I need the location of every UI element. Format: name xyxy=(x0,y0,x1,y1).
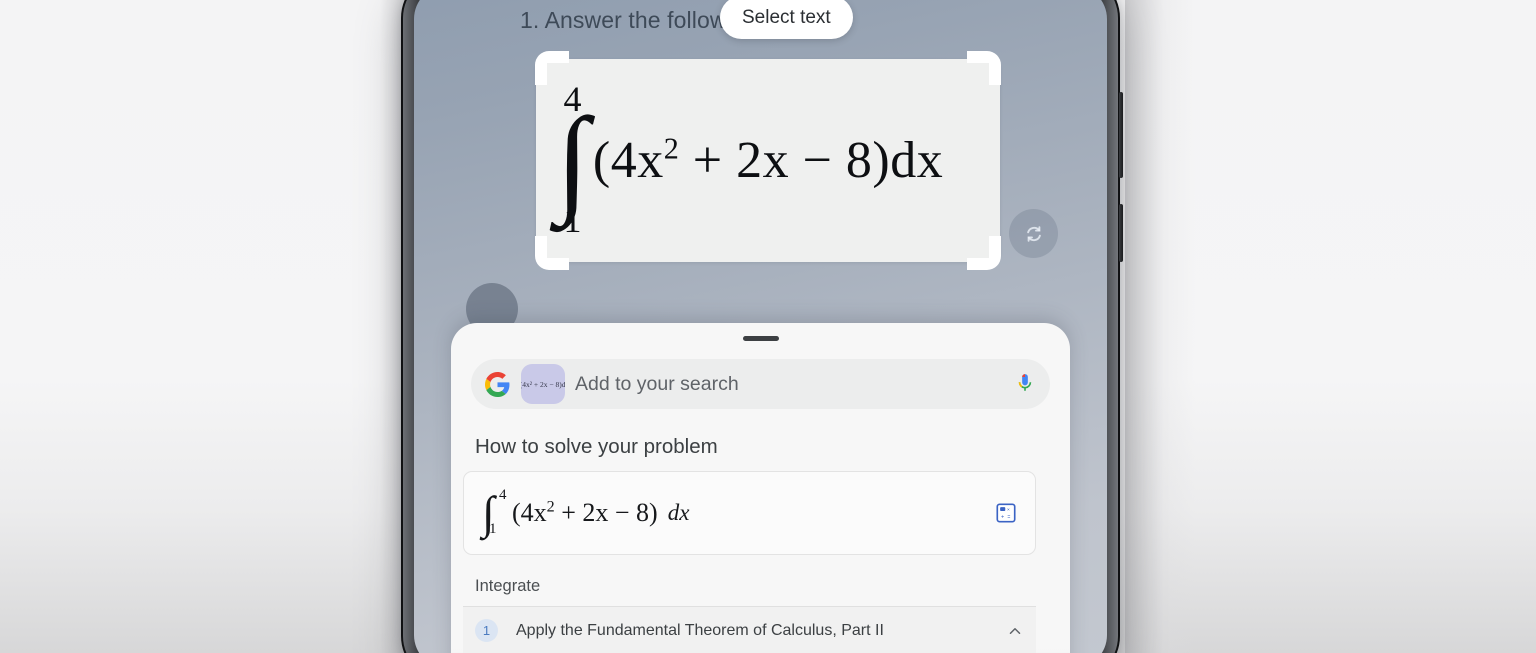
formula-exponent: 2 xyxy=(663,131,680,166)
problem-expression-card[interactable]: ∫ 4 1 (4x2 + 2x − 8) dx × + = xyxy=(463,471,1036,555)
solution-step-row[interactable]: 1 Apply the Fundamental Theorem of Calcu… xyxy=(463,607,1036,653)
operation-label: Integrate xyxy=(475,577,541,595)
svg-text:×: × xyxy=(1007,507,1010,513)
problem-formula: ∫ 4 1 (4x2 + 2x − 8) dx xyxy=(482,487,995,539)
search-input[interactable]: Add to your search xyxy=(575,373,1006,396)
volume-button[interactable] xyxy=(1119,204,1123,262)
problem-expr-exponent: 2 xyxy=(546,498,555,516)
problem-differential: dx xyxy=(667,500,690,525)
backdrop-right-shadow xyxy=(1125,0,1195,653)
problem-expr-rest: + 2x − 8) xyxy=(554,498,658,527)
calculator-icon[interactable]: × + = xyxy=(995,502,1017,524)
step-title: Apply the Fundamental Theorem of Calculu… xyxy=(516,621,884,639)
google-g-logo xyxy=(485,371,510,397)
phone-device: 1. Answer the following Select text 4 ∫ … xyxy=(401,0,1123,653)
captured-formula-expression: 4 ∫ 1 (4x2 + 2x − 8)dx xyxy=(556,65,943,255)
lens-results-bottom-sheet: ∫(4x² + 2x − 8)dx Add to your search How… xyxy=(451,323,1070,653)
step-number-badge: 1 xyxy=(475,619,498,642)
problem-expression-body: (4x2 + 2x − 8) xyxy=(512,498,658,528)
integral-sign: ∫ xyxy=(556,92,589,226)
capture-corner-bottom-right xyxy=(967,236,1001,270)
formula-body: (4x2 + 2x − 8)dx xyxy=(593,131,943,190)
query-thumbnail-chip[interactable]: ∫(4x² + 2x − 8)dx xyxy=(521,364,565,404)
chevron-up-icon[interactable] xyxy=(1006,622,1024,640)
problem-integral: ∫ 4 1 xyxy=(482,487,508,539)
formula-body-open: (4x xyxy=(592,131,664,189)
integral-lower-limit: 1 xyxy=(563,200,582,241)
power-button[interactable] xyxy=(1119,92,1123,178)
captured-formula-card[interactable]: 4 ∫ 1 (4x2 + 2x − 8)dx xyxy=(535,51,1001,270)
problem-upper-limit: 4 xyxy=(499,487,507,503)
capture-corner-top-right xyxy=(967,51,1001,85)
microphone-icon[interactable] xyxy=(1014,372,1036,396)
phone-screen: 1. Answer the following Select text 4 ∫ … xyxy=(414,0,1107,653)
chip-formula-preview: ∫(4x² + 2x − 8)dx xyxy=(521,379,565,389)
results-section-title: How to solve your problem xyxy=(475,435,718,458)
screenshot-stage: 1. Answer the following Select text 4 ∫ … xyxy=(0,0,1536,653)
select-text-button[interactable]: Select text xyxy=(720,0,853,39)
problem-lower-limit: 1 xyxy=(489,521,497,537)
svg-text:+: + xyxy=(1001,515,1004,521)
svg-text:=: = xyxy=(1007,515,1010,521)
drag-handle[interactable] xyxy=(742,336,779,341)
rotate-refresh-icon[interactable] xyxy=(1009,209,1058,258)
formula-body-rest: + 2x − 8)dx xyxy=(679,131,944,189)
integral-with-limits: 4 ∫ 1 xyxy=(556,81,589,241)
search-bar[interactable]: ∫(4x² + 2x − 8)dx Add to your search xyxy=(471,359,1050,409)
problem-expr-open: (4x xyxy=(512,498,547,527)
